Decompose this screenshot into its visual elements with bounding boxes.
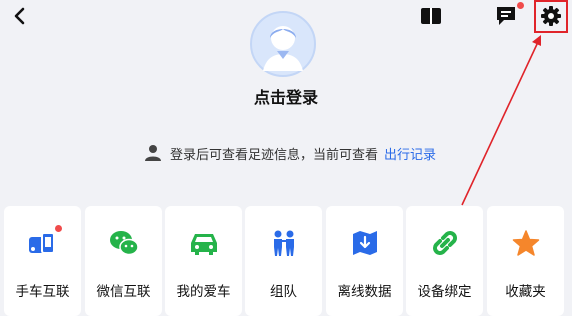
star-icon	[512, 230, 539, 256]
trip-record-link[interactable]: 出行记录	[384, 144, 436, 163]
feature-label: 我的爱车	[176, 284, 231, 300]
feature-label: 设备绑定	[417, 284, 472, 300]
user-avatar-icon	[250, 11, 316, 77]
footprint-hint: 登录后可查看足迹信息，当前可查看 出行记录	[144, 143, 436, 163]
feature-label: 组队	[270, 284, 297, 300]
person-icon	[145, 145, 161, 161]
login-prompt[interactable]: 点击登录	[0, 84, 572, 108]
feature-team[interactable]: 组队	[245, 206, 322, 316]
phone-car-link-icon	[28, 232, 55, 254]
car-icon	[190, 234, 217, 255]
wechat-icon	[109, 231, 139, 256]
feature-offline-data[interactable]: 离线数据	[326, 206, 403, 316]
feature-favorites[interactable]: 收藏夹	[487, 206, 564, 316]
feature-phone-car-link[interactable]: 手车互联	[4, 206, 81, 316]
feature-wechat-link[interactable]: 微信互联	[85, 206, 162, 316]
feature-label: 收藏夹	[505, 284, 546, 300]
feature-label: 手车互联	[15, 284, 70, 300]
link-icon	[432, 231, 457, 255]
feature-device-binding[interactable]: 设备绑定	[406, 206, 483, 316]
hint-text: 登录后可查看足迹信息，当前可查看	[170, 147, 379, 163]
team-icon	[273, 230, 294, 256]
avatar[interactable]	[250, 11, 316, 77]
feature-label: 离线数据	[337, 284, 392, 300]
offline-map-icon	[352, 231, 377, 255]
feature-label: 微信互联	[96, 284, 151, 300]
feature-my-car[interactable]: 我的爱车	[165, 206, 242, 316]
feature-badge	[55, 225, 62, 232]
